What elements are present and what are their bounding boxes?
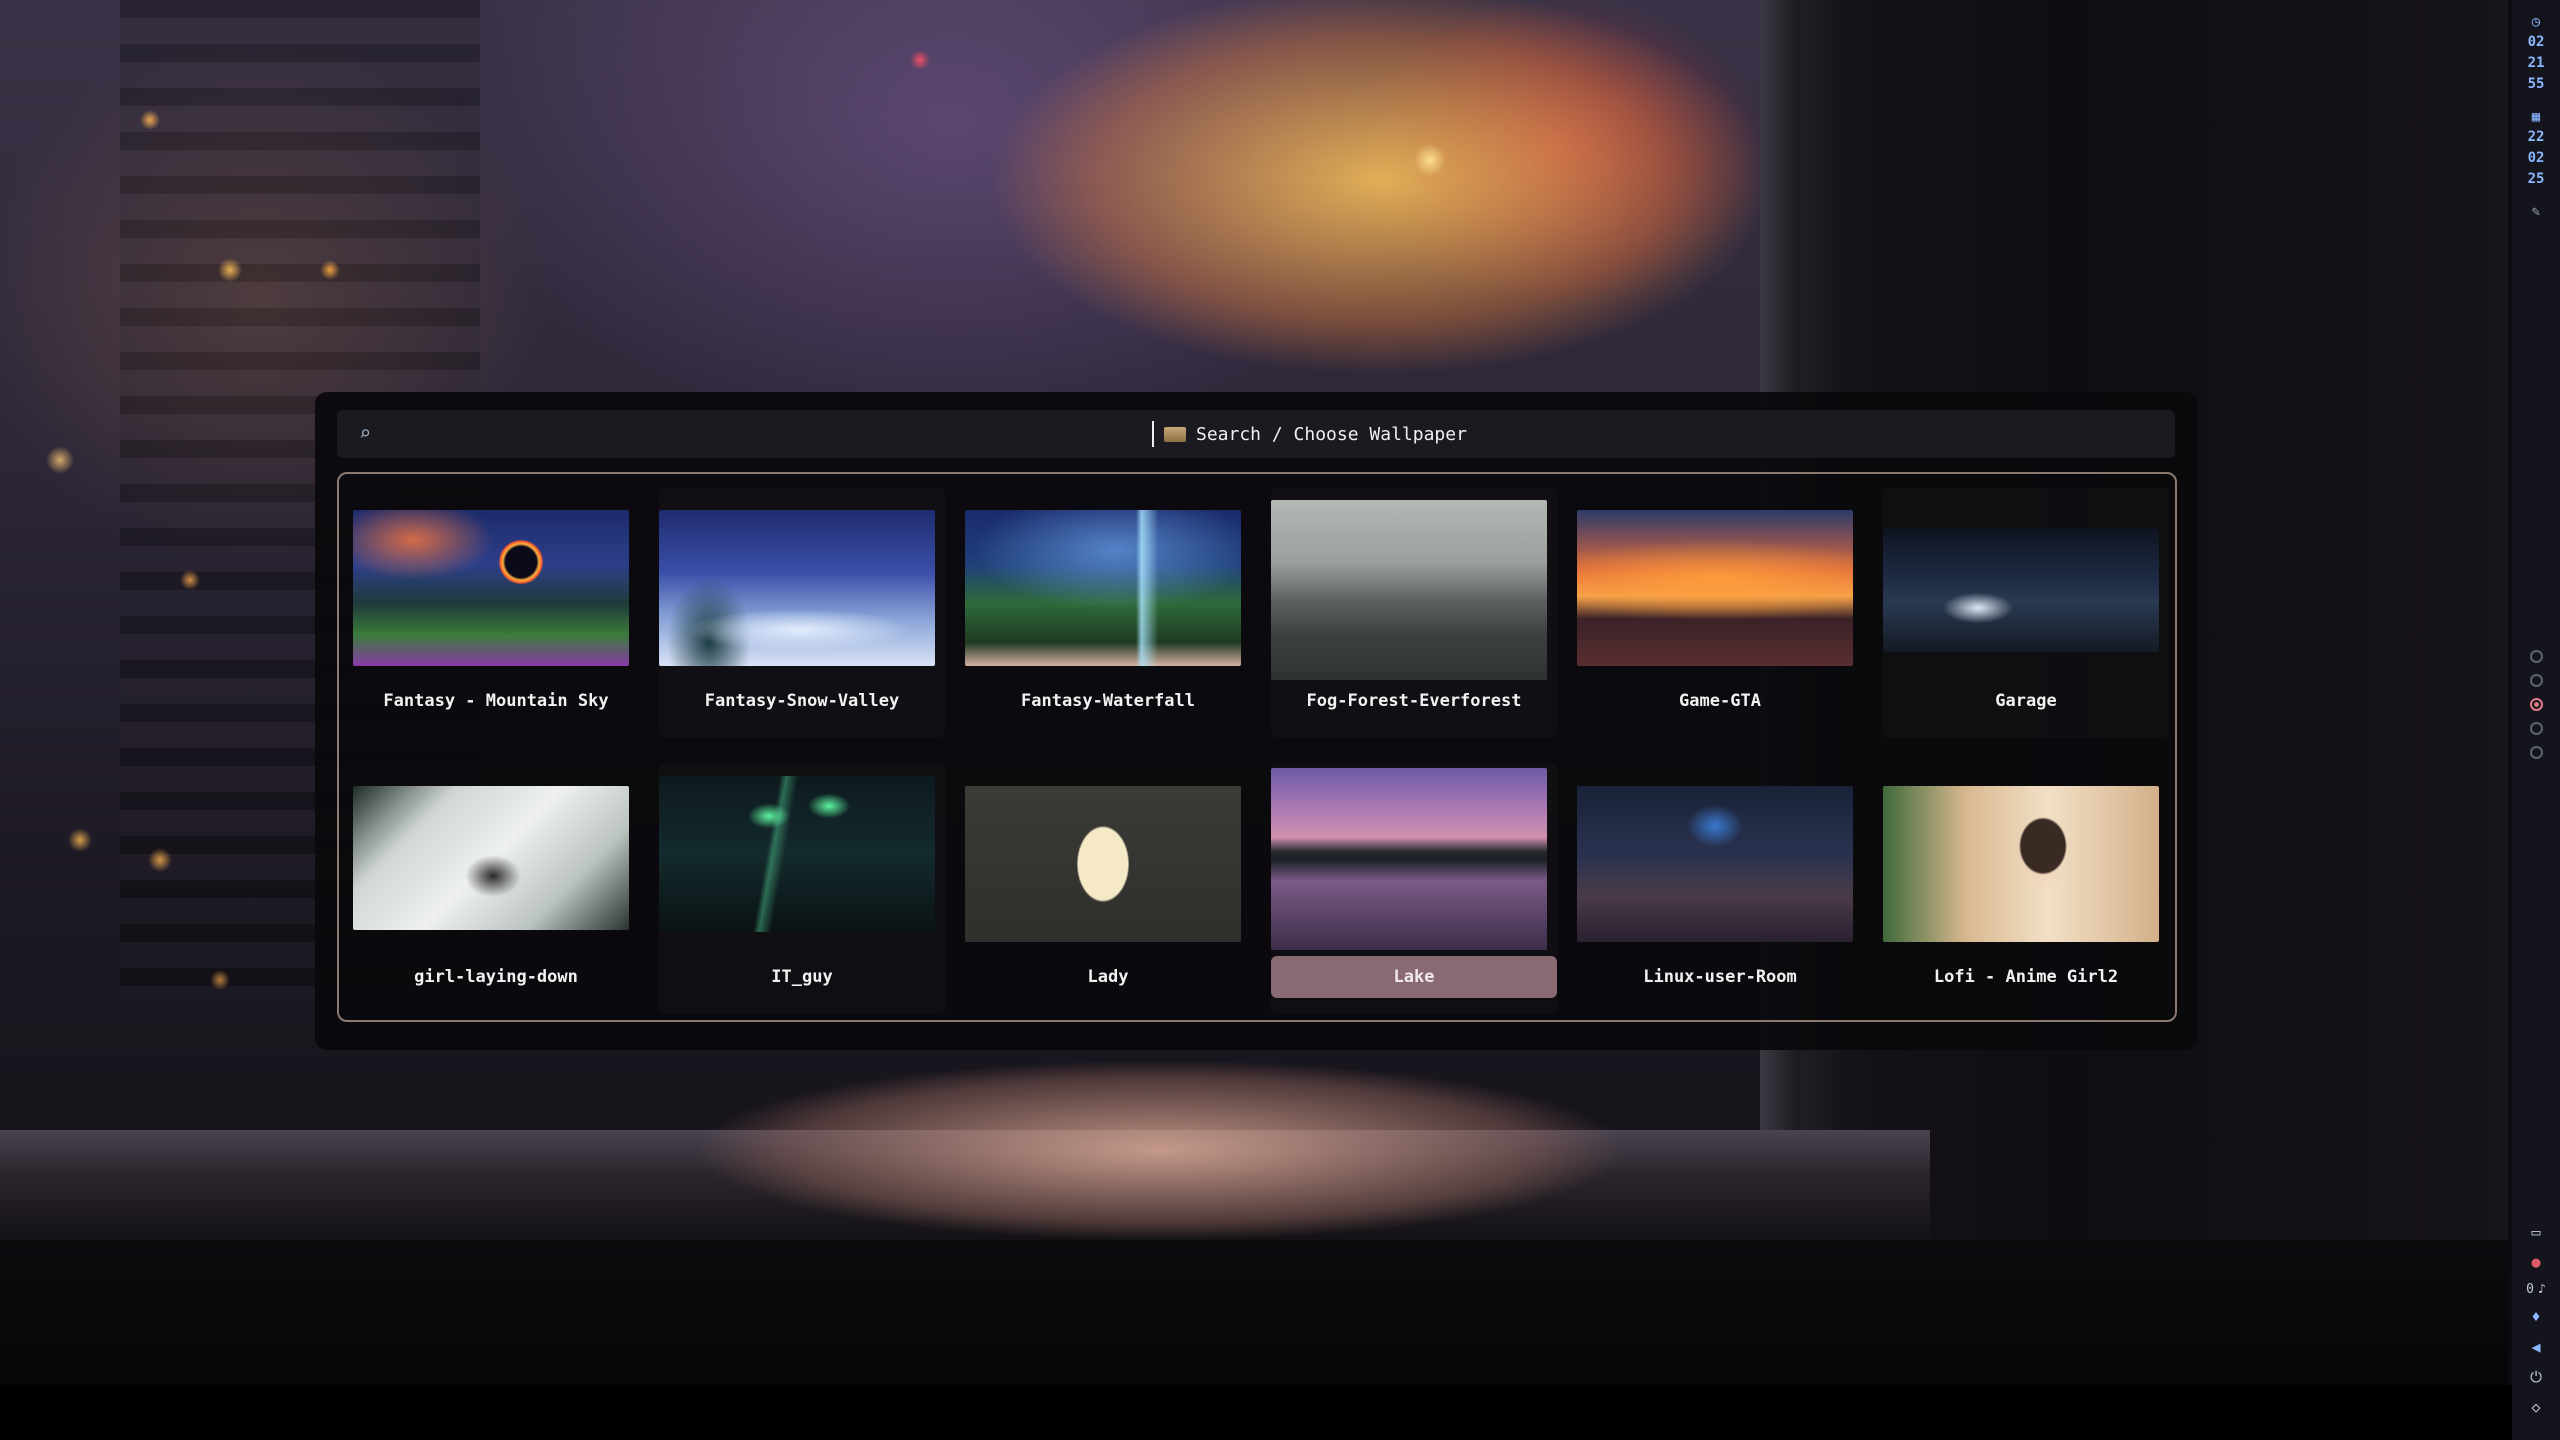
wallpaper-thumbnail bbox=[1271, 768, 1547, 950]
wallpaper-thumbnail bbox=[353, 786, 629, 930]
workspace-switcher bbox=[2512, 650, 2560, 759]
wallpaper-label: Fantasy-Waterfall bbox=[1021, 691, 1195, 711]
workspace-4[interactable] bbox=[2529, 722, 2543, 735]
date-year: 25 bbox=[2527, 171, 2545, 187]
wallpaper-card-fog-forest-everforest[interactable]: Fog-Forest-Everforest bbox=[1271, 488, 1557, 738]
wallpaper-thumbnail bbox=[1883, 786, 2159, 942]
date-day: 22 bbox=[2527, 129, 2545, 145]
folder-icon bbox=[1164, 426, 1186, 442]
search-prompt: Search / Choose Wallpaper bbox=[1196, 423, 1467, 445]
system-tray: ▭ ● 0 ♪ ♦ ◀ ⏻ ◇ bbox=[2512, 1222, 2560, 1417]
wallpaper-card-fantasy-mountain-sky[interactable]: Fantasy - Mountain Sky bbox=[353, 488, 639, 738]
date-month: 02 bbox=[2527, 150, 2545, 166]
wallpaper-thumbnail bbox=[1271, 500, 1547, 680]
notifications[interactable]: 0 ♪ bbox=[2526, 1282, 2546, 1297]
search-bar[interactable]: ⌕ Search / Choose Wallpaper bbox=[337, 410, 2175, 458]
wallpaper-grid: Fantasy - Mountain Sky Fantasy-Snow-Vall… bbox=[337, 472, 2177, 1022]
wallpaper-thumbnail bbox=[659, 776, 935, 932]
wallpaper-card-lake[interactable]: Lake bbox=[1271, 764, 1557, 1014]
wallpaper-thumbnail bbox=[965, 786, 1241, 942]
calendar-icon: ▦ bbox=[2531, 109, 2541, 125]
wallpaper-label: Game-GTA bbox=[1679, 691, 1761, 711]
search-icon: ⌕ bbox=[359, 421, 372, 445]
power-icon[interactable]: ⏻ bbox=[2530, 1367, 2542, 1387]
volume-icon[interactable]: ◀ bbox=[2531, 1337, 2540, 1357]
wallpaper-card-fantasy-snow-valley[interactable]: Fantasy-Snow-Valley bbox=[659, 488, 945, 738]
status-bar: ◷ 02 21 55 ▦ 22 02 25 ✎ ▭ ● 0 ♪ ♦ ◀ ⏻ ◇ bbox=[2512, 0, 2560, 1440]
wallpaper-label: Lady bbox=[1087, 967, 1129, 987]
workspace-1[interactable] bbox=[2529, 650, 2543, 663]
wallpaper-label: Fantasy - Mountain Sky bbox=[383, 691, 609, 711]
wallpaper-label-selected: Lake bbox=[1271, 956, 1557, 998]
notifications-count: 0 bbox=[2526, 1282, 2534, 1297]
wallpaper-card-it-guy[interactable]: IT_guy bbox=[659, 764, 945, 1014]
wallpaper-thumbnail bbox=[1883, 528, 2159, 652]
clock-icon: ◷ bbox=[2531, 14, 2541, 30]
wallpaper-card-garage[interactable]: Garage bbox=[1883, 488, 2169, 738]
wallpaper-figure bbox=[600, 1040, 1800, 1240]
clock-seconds: 55 bbox=[2527, 76, 2545, 92]
wallpaper-label: Garage bbox=[1995, 691, 2057, 711]
recording-icon[interactable]: ● bbox=[2531, 1252, 2540, 1272]
search-prompt-area[interactable]: Search / Choose Wallpaper bbox=[1152, 410, 1467, 458]
wallpaper-label: IT_guy bbox=[771, 967, 833, 987]
wallpaper-settings-button[interactable]: ✎ bbox=[2532, 202, 2540, 222]
wallpaper-thumbnail bbox=[353, 510, 629, 666]
drop-icon[interactable]: ◇ bbox=[2531, 1397, 2540, 1417]
workspace-3[interactable] bbox=[2529, 698, 2543, 711]
wallpaper-floor-shadow bbox=[0, 1240, 2508, 1385]
clock-minutes: 21 bbox=[2527, 55, 2545, 71]
wallpaper-chooser: ⌕ Search / Choose Wallpaper Fantasy - Mo… bbox=[315, 392, 2197, 1050]
wallpaper-label: Linux-user-Room bbox=[1643, 967, 1797, 987]
wallpaper-card-game-gta[interactable]: Game-GTA bbox=[1577, 488, 1863, 738]
wallpaper-label: Fantasy-Snow-Valley bbox=[704, 691, 900, 711]
clock-hours: 02 bbox=[2527, 34, 2545, 50]
wallpaper-label: Fog-Forest-Everforest bbox=[1306, 691, 1522, 711]
wallpaper-card-lofi-anime-girl2[interactable]: Lofi - Anime Girl2 bbox=[1883, 764, 2169, 1014]
wallpaper-thumbnail bbox=[1577, 510, 1853, 666]
wallpaper-label: girl-laying-down bbox=[414, 967, 578, 987]
wallpaper-card-girl-laying-down[interactable]: girl-laying-down bbox=[353, 764, 639, 1014]
wallpaper-card-fantasy-waterfall[interactable]: Fantasy-Waterfall bbox=[965, 488, 1251, 738]
workspace-2[interactable] bbox=[2529, 674, 2543, 687]
workspace-5[interactable] bbox=[2529, 746, 2543, 759]
microphone-icon[interactable]: ♦ bbox=[2531, 1307, 2540, 1327]
date[interactable]: ▦ 22 02 25 bbox=[2528, 107, 2545, 190]
monitor-icon[interactable]: ▭ bbox=[2531, 1222, 2540, 1242]
text-cursor bbox=[1152, 421, 1154, 447]
wallpaper-card-linux-user-room[interactable]: Linux-user-Room bbox=[1577, 764, 1863, 1014]
screen-bottom-strip bbox=[0, 1385, 2560, 1440]
wallpaper-thumbnail bbox=[1577, 786, 1853, 942]
wallpaper-thumbnail bbox=[965, 510, 1241, 666]
wand-icon: ✎ bbox=[2531, 204, 2541, 220]
wallpaper-card-lady[interactable]: Lady bbox=[965, 764, 1251, 1014]
wallpaper-label: Lofi - Anime Girl2 bbox=[1933, 967, 2119, 987]
bell-icon: ♪ bbox=[2538, 1282, 2546, 1297]
clock[interactable]: ◷ 02 21 55 bbox=[2528, 12, 2545, 95]
wallpaper-thumbnail bbox=[659, 510, 935, 666]
